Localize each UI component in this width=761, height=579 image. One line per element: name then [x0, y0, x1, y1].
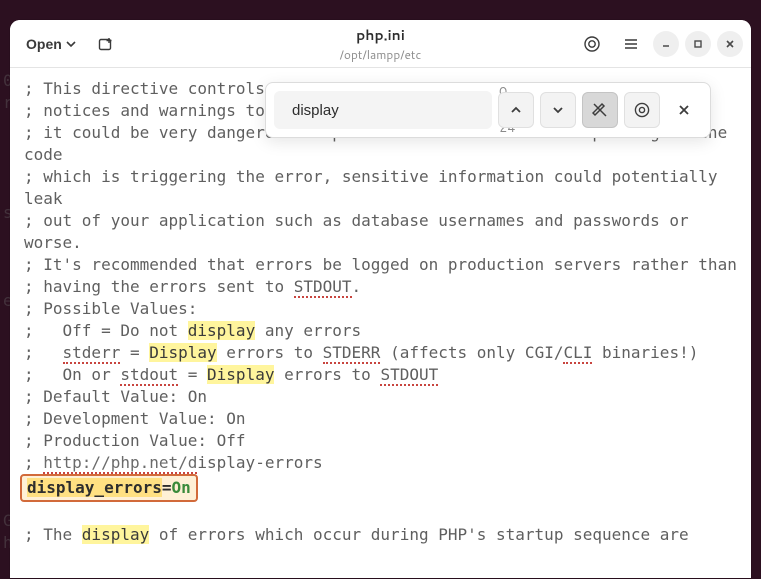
- chevron-down-icon: [66, 39, 76, 49]
- maximize-button[interactable]: [685, 31, 711, 57]
- line: .: [352, 277, 362, 296]
- line: ; Production Value: Off: [24, 431, 246, 450]
- text-editor-window: Open php.ini /opt/lampp/etc: [10, 20, 751, 578]
- document-path: /opt/lampp/etc: [340, 46, 422, 63]
- line: ;: [24, 453, 43, 472]
- search-match: Display: [149, 343, 216, 362]
- find-bar: 0 of 24: [265, 82, 711, 138]
- headerbar: Open php.ini /opt/lampp/etc: [10, 20, 751, 68]
- search-field[interactable]: 0 of 24: [274, 91, 492, 129]
- highlighted-setting-line: display_errors=On: [20, 474, 198, 502]
- text-view[interactable]: ; This directive controls ; notices and …: [10, 68, 751, 578]
- spell-word: STDOUT: [294, 277, 352, 298]
- chevron-up-icon: [509, 103, 523, 117]
- search-prev-button[interactable]: [498, 92, 534, 128]
- line: ;: [24, 343, 63, 362]
- close-button[interactable]: [717, 31, 743, 57]
- close-icon: [725, 39, 735, 49]
- spell-word: STDOUT: [380, 365, 438, 386]
- open-label: Open: [26, 36, 62, 52]
- line: ; out of your application such as databa…: [24, 211, 698, 252]
- open-button[interactable]: Open: [18, 28, 84, 60]
- setting-key: display_errors: [27, 478, 162, 497]
- line: ; Development Value: On: [24, 409, 246, 428]
- maximize-icon: [693, 39, 703, 49]
- line: ; which is triggering the error, sensiti…: [24, 167, 727, 208]
- search-options-button[interactable]: [624, 92, 660, 128]
- document-title: php.ini: [356, 25, 405, 45]
- search-input[interactable]: [292, 102, 491, 119]
- new-tab-button[interactable]: [90, 28, 122, 60]
- gear-icon: [633, 101, 651, 119]
- search-match: display: [188, 321, 255, 340]
- line: ; This directive controls: [24, 79, 274, 98]
- search-close-button[interactable]: [666, 92, 702, 128]
- save-icon: [583, 35, 601, 53]
- spell-word: stderr: [63, 343, 121, 364]
- line: ; It's recommended that errors be logged…: [24, 255, 737, 274]
- pencil-icon: [592, 102, 608, 118]
- minimize-icon: [661, 39, 671, 49]
- line: ; Off = Do not: [24, 321, 188, 340]
- spell-word: STDERR: [323, 343, 381, 364]
- hamburger-icon: [623, 36, 639, 52]
- new-tab-icon: [98, 36, 114, 52]
- search-match: display: [82, 525, 149, 544]
- spell-url: http://php.net/d: [43, 453, 197, 474]
- save-button[interactable]: [575, 28, 609, 60]
- line: ; On or: [24, 365, 120, 384]
- search-replace-toggle-button[interactable]: [582, 92, 618, 128]
- chevron-down-icon: [551, 103, 565, 117]
- search-next-button[interactable]: [540, 92, 576, 128]
- line: ; Default Value: On: [24, 387, 207, 406]
- minimize-button[interactable]: [653, 31, 679, 57]
- x-icon: [678, 104, 690, 116]
- line: ; The: [24, 525, 82, 544]
- search-match: Display: [207, 365, 274, 384]
- line: ; Possible Values:: [24, 299, 197, 318]
- spell-word: stdout: [120, 365, 178, 386]
- spell-word: CLI: [563, 343, 592, 364]
- line: any errors: [255, 321, 361, 340]
- line: ; having the errors sent to: [24, 277, 294, 296]
- setting-value: On: [172, 478, 191, 497]
- hamburger-menu-button[interactable]: [615, 28, 647, 60]
